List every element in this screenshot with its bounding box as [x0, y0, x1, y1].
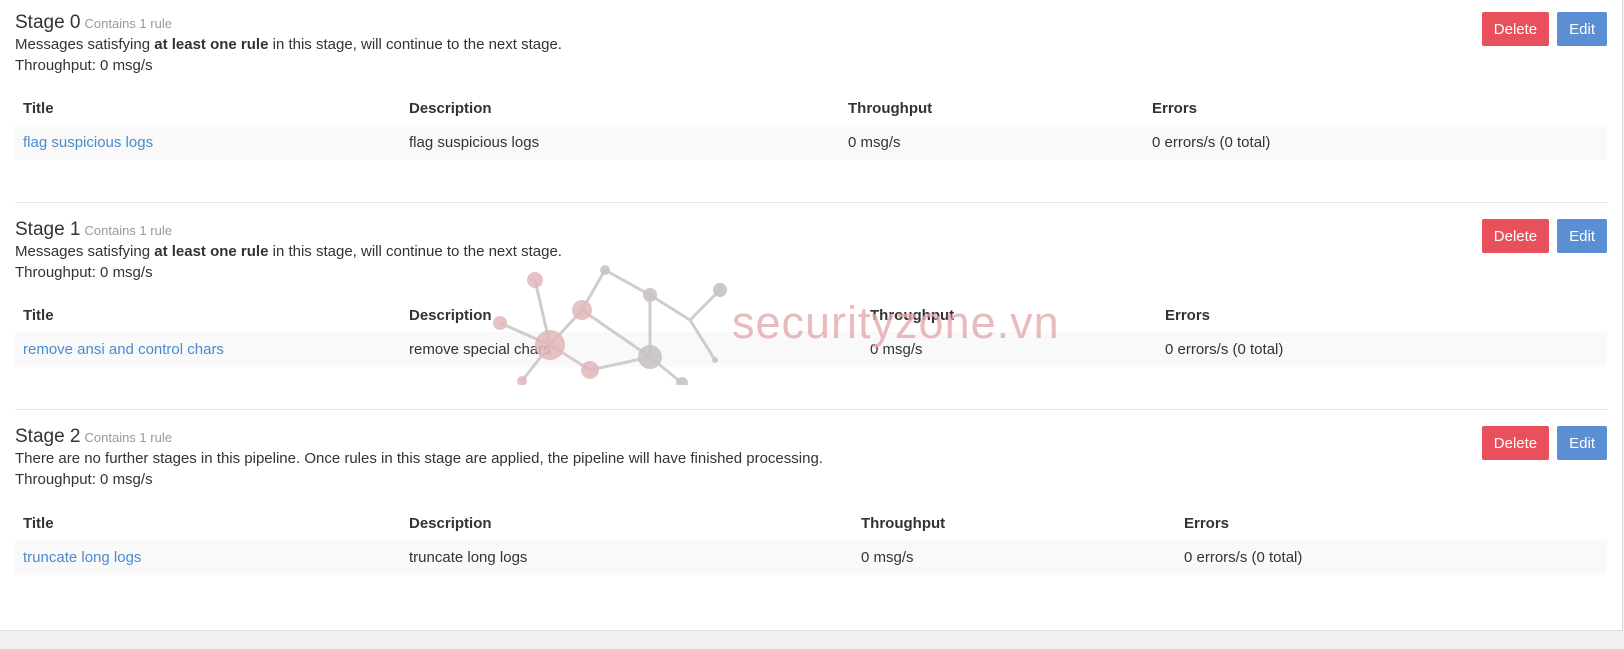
- table-header: Title Description Throughput Errors: [15, 91, 1607, 126]
- rule-throughput: 0 msg/s: [870, 341, 923, 358]
- col-errors: Errors: [1184, 515, 1230, 532]
- rule-title-link[interactable]: truncate long logs: [23, 549, 141, 566]
- table-header: Title Description Throughput Errors: [15, 298, 1607, 333]
- edit-button[interactable]: Edit: [1557, 12, 1607, 46]
- stage-1: Stage 1 Contains 1 rule Messages satisfyi…: [15, 219, 1607, 369]
- divider: [15, 409, 1607, 410]
- rule-count: Contains 1 rule: [84, 430, 172, 445]
- stage-description: Messages satisfying at least one rule in…: [15, 36, 562, 53]
- table-row: remove ansi and control chars remove spe…: [15, 332, 1607, 367]
- table-row: truncate long logs truncate long logs 0 …: [15, 540, 1607, 575]
- rule-description: truncate long logs: [409, 549, 528, 566]
- delete-button[interactable]: Delete: [1481, 219, 1550, 253]
- stage-title: Stage 1 Contains 1 rule: [15, 219, 172, 240]
- stage-throughput: Throughput: 0 msg/s: [15, 471, 153, 488]
- col-errors: Errors: [1165, 307, 1211, 324]
- col-throughput: Throughput: [848, 100, 933, 117]
- rule-description: flag suspicious logs: [409, 134, 540, 151]
- col-throughput: Throughput: [870, 307, 955, 324]
- rule-throughput: 0 msg/s: [861, 549, 914, 566]
- rule-errors: 0 errors/s (0 total): [1184, 549, 1303, 566]
- delete-button[interactable]: Delete: [1481, 426, 1550, 460]
- table-header: Title Description Throughput Errors: [15, 506, 1607, 541]
- col-title: Title: [23, 515, 54, 532]
- stage-throughput: Throughput: 0 msg/s: [15, 57, 153, 74]
- col-title: Title: [23, 307, 54, 324]
- rule-errors: 0 errors/s (0 total): [1165, 341, 1284, 358]
- stage-description: Messages satisfying at least one rule in…: [15, 243, 562, 260]
- delete-button[interactable]: Delete: [1481, 12, 1550, 46]
- rule-description: remove special chars: [409, 341, 551, 358]
- rule-errors: 0 errors/s (0 total): [1152, 134, 1271, 151]
- edit-button[interactable]: Edit: [1557, 219, 1607, 253]
- col-throughput: Throughput: [861, 515, 946, 532]
- rule-throughput: 0 msg/s: [848, 134, 901, 151]
- stage-0: Stage 0 Contains 1 rule Messages satisfyi…: [15, 12, 1607, 162]
- rule-title-link[interactable]: remove ansi and control chars: [23, 341, 224, 358]
- stage-title: Stage 0 Contains 1 rule: [15, 12, 172, 33]
- col-errors: Errors: [1152, 100, 1198, 117]
- col-description: Description: [409, 100, 492, 117]
- rule-count: Contains 1 rule: [84, 223, 172, 238]
- stage-description: There are no further stages in this pipe…: [15, 450, 823, 467]
- edit-button[interactable]: Edit: [1557, 426, 1607, 460]
- rule-count: Contains 1 rule: [84, 16, 172, 31]
- stage-throughput: Throughput: 0 msg/s: [15, 264, 153, 281]
- col-title: Title: [23, 100, 54, 117]
- stage-title: Stage 2 Contains 1 rule: [15, 426, 172, 447]
- col-description: Description: [409, 307, 492, 324]
- divider: [15, 202, 1607, 203]
- pipeline-stages-panel: Stage 0 Contains 1 rule Messages satisfyi…: [0, 0, 1623, 631]
- col-description: Description: [409, 515, 492, 532]
- table-row: flag suspicious logs flag suspicious log…: [15, 125, 1607, 160]
- rule-title-link[interactable]: flag suspicious logs: [23, 134, 153, 151]
- stage-2: Stage 2 Contains 1 rule There are no furt…: [15, 426, 1607, 586]
